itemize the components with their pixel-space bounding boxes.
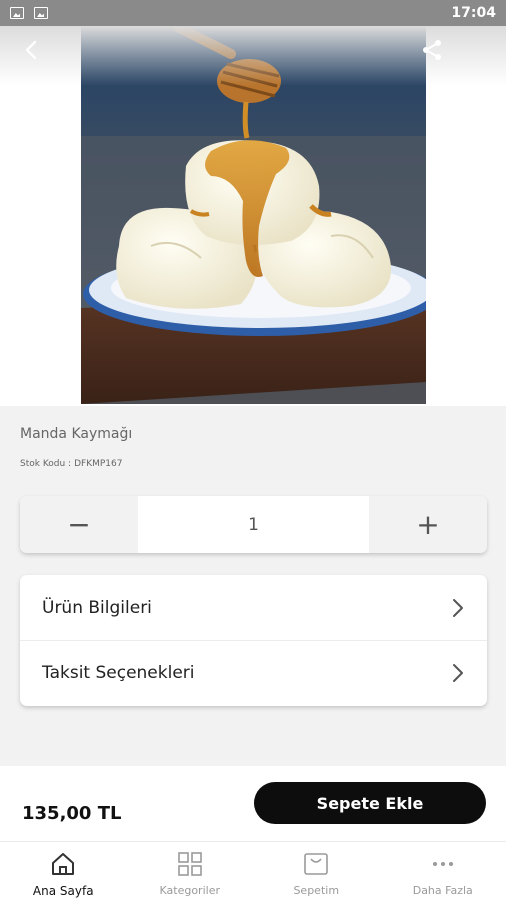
tab-label: Kategoriler xyxy=(159,884,220,897)
text-icon xyxy=(34,7,48,19)
image-icon xyxy=(10,7,24,19)
tab-more[interactable]: Daha Fazla xyxy=(380,842,506,900)
product-name: Manda Kaymağı xyxy=(20,426,133,442)
menu-item-product-info[interactable]: Ürün Bilgileri xyxy=(20,575,487,640)
tab-cart[interactable]: Sepetim xyxy=(253,842,380,900)
chevron-right-icon xyxy=(453,598,463,617)
share-icon[interactable] xyxy=(420,38,444,62)
product-menu: Ürün Bilgileri Taksit Seçenekleri xyxy=(20,575,487,706)
quantity-value: 1 xyxy=(138,496,369,553)
stock-code-value: DFKMP167 xyxy=(74,459,123,469)
add-to-cart-button[interactable]: Sepete Ekle xyxy=(254,782,486,824)
tab-label: Daha Fazla xyxy=(412,884,473,897)
quantity-stepper: − 1 + xyxy=(20,496,487,553)
bottom-tab-bar: Ana Sayfa Kategoriler Sepetim Daha Fazla xyxy=(0,841,506,900)
more-icon xyxy=(432,862,453,866)
product-image-area xyxy=(0,26,506,406)
home-icon xyxy=(52,853,75,875)
menu-item-label: Ürün Bilgileri xyxy=(42,597,152,618)
decrease-button[interactable]: − xyxy=(20,496,138,553)
tab-home[interactable]: Ana Sayfa xyxy=(0,842,127,900)
status-icons xyxy=(10,7,48,19)
tab-label: Sepetim xyxy=(293,884,340,897)
status-bar: 17:04 xyxy=(0,0,506,26)
purchase-bar: 135,00 TL Sepete Ekle xyxy=(0,766,506,841)
tab-categories[interactable]: Kategoriler xyxy=(127,842,254,900)
tab-label: Ana Sayfa xyxy=(32,884,94,898)
grid-icon xyxy=(177,852,202,876)
menu-item-label: Taksit Seçenekleri xyxy=(42,663,195,683)
product-price: 135,00 TL xyxy=(22,803,122,824)
increase-button[interactable]: + xyxy=(369,496,487,553)
stock-code-label: Stok Kodu : xyxy=(20,459,72,469)
status-time: 17:04 xyxy=(451,5,496,21)
basket-icon xyxy=(304,853,329,875)
chevron-left-icon[interactable] xyxy=(20,38,44,62)
chevron-right-icon xyxy=(453,664,463,682)
stock-code: Stok Kodu : DFKMP167 xyxy=(20,459,125,469)
menu-item-installments[interactable]: Taksit Seçenekleri xyxy=(20,640,487,705)
